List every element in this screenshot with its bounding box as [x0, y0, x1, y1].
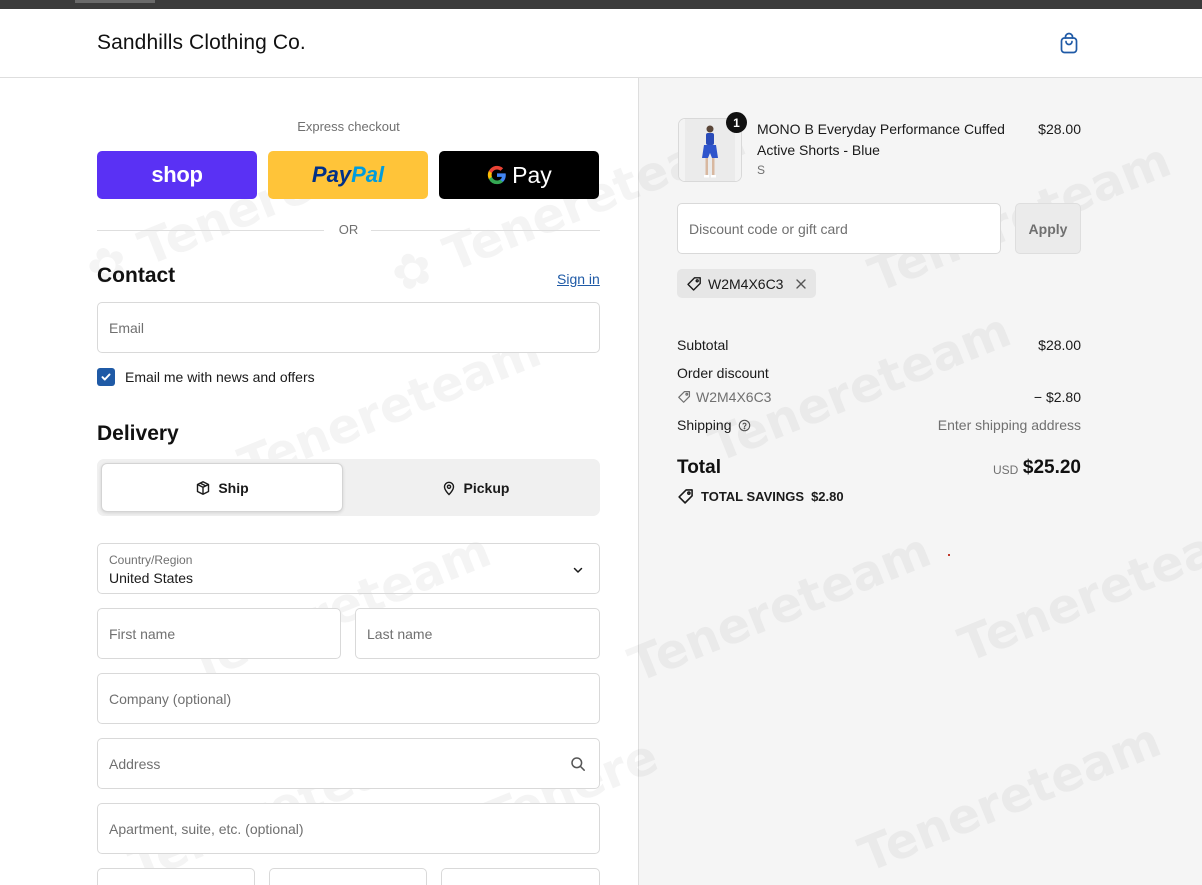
- tag-icon: [678, 489, 693, 504]
- discount-code-field[interactable]: [677, 203, 1001, 254]
- savings-value: $2.80: [811, 489, 844, 504]
- discount-value: − $2.80: [1033, 389, 1081, 405]
- first-name-field[interactable]: [97, 608, 341, 659]
- quantity-badge: 1: [726, 112, 747, 133]
- zip-field[interactable]: [441, 868, 600, 885]
- stray-dot: [948, 554, 950, 556]
- shop-pay-label: shop: [151, 162, 203, 187]
- tab-indicator: [75, 0, 155, 3]
- google-pay-logo: Pay: [486, 162, 552, 189]
- pickup-label: Pickup: [463, 479, 510, 496]
- paypal-logo: PayPal: [311, 162, 385, 187]
- package-icon: [197, 480, 210, 495]
- express-checkout-label: Express checkout: [297, 119, 400, 134]
- state-field[interactable]: [269, 868, 427, 885]
- apartment-field[interactable]: [97, 803, 600, 854]
- chevron-down-icon: [573, 567, 583, 573]
- savings-label: TOTAL SAVINGS: [701, 489, 805, 504]
- email-field[interactable]: [97, 302, 600, 353]
- checkmark-icon: [101, 373, 111, 381]
- help-icon[interactable]: [738, 419, 751, 432]
- divider-line: [371, 230, 600, 231]
- city-field[interactable]: [97, 868, 255, 885]
- or-divider: OR: [97, 222, 600, 240]
- shipping-label: Shipping: [677, 417, 732, 433]
- order-discount-code: W2M4X6C3: [677, 389, 771, 405]
- company-field[interactable]: [97, 673, 600, 724]
- ship-label: Ship: [218, 479, 249, 496]
- apply-discount-button[interactable]: Apply: [1015, 203, 1081, 254]
- total-savings: TOTAL SAVINGS $2.80: [677, 488, 844, 505]
- last-name-field[interactable]: [355, 608, 600, 659]
- email-input[interactable]: [98, 303, 599, 352]
- close-icon[interactable]: [795, 278, 807, 290]
- first-name-input[interactable]: [98, 609, 340, 658]
- ship-option[interactable]: Ship: [101, 463, 343, 512]
- subtotal-label: Subtotal: [677, 337, 729, 353]
- applied-discount-chip: W2M4X6C3: [677, 269, 817, 298]
- product-name: MONO B Everyday Performance Cuffed Activ…: [757, 121, 1005, 158]
- google-pay-button[interactable]: Pay: [439, 151, 599, 199]
- checkout-header: Sandhills Clothing Co.: [0, 9, 1202, 78]
- newsletter-checkbox[interactable]: [97, 368, 115, 386]
- order-summary-panel: [638, 78, 1202, 885]
- shopping-bag-icon[interactable]: [1057, 31, 1081, 55]
- contact-heading: Contact: [97, 264, 176, 287]
- shipping-row-label: Shipping: [677, 417, 751, 433]
- address-field[interactable]: [97, 738, 600, 789]
- order-discount-label: Order discount: [677, 365, 769, 381]
- company-input[interactable]: [98, 674, 599, 723]
- pickup-option[interactable]: Pickup: [354, 463, 596, 512]
- delivery-method-toggle: Ship Pickup: [97, 459, 600, 516]
- store-name[interactable]: Sandhills Clothing Co.: [97, 31, 306, 55]
- discount-code-text: W2M4X6C3: [696, 389, 772, 405]
- total-label: Total: [677, 457, 721, 478]
- apartment-input[interactable]: [98, 804, 599, 853]
- location-pin-icon: [443, 481, 454, 495]
- address-input[interactable]: [98, 739, 599, 788]
- newsletter-option[interactable]: Email me with news and offers: [97, 368, 315, 386]
- google-g-icon: [488, 165, 506, 185]
- total-currency: USD: [993, 463, 1019, 477]
- subtotal-value: $28.00: [1038, 337, 1081, 353]
- applied-discount-code: W2M4X6C3: [708, 275, 784, 292]
- country-value: United States: [109, 570, 194, 586]
- product-variant: S: [757, 163, 766, 177]
- delivery-heading: Delivery: [97, 422, 179, 445]
- discount-code-input[interactable]: [678, 204, 1000, 253]
- tag-icon: [687, 276, 701, 291]
- shop-pay-button[interactable]: shop: [97, 151, 257, 199]
- browser-top-strip: [0, 0, 1202, 9]
- paypal-button[interactable]: PayPal: [268, 151, 428, 199]
- shipping-value: Enter shipping address: [937, 417, 1081, 433]
- tag-icon: [678, 390, 691, 403]
- newsletter-label: Email me with news and offers: [125, 369, 315, 385]
- country-select[interactable]: Country/Region United States: [97, 543, 600, 594]
- total-value: $25.20: [1022, 457, 1081, 478]
- sign-in-link[interactable]: Sign in: [557, 271, 600, 287]
- search-icon[interactable]: [570, 756, 586, 772]
- product-price: $28.00: [1038, 121, 1081, 137]
- google-pay-label: Pay: [512, 161, 552, 188]
- country-label: Country/Region: [109, 553, 193, 567]
- last-name-input[interactable]: [356, 609, 599, 658]
